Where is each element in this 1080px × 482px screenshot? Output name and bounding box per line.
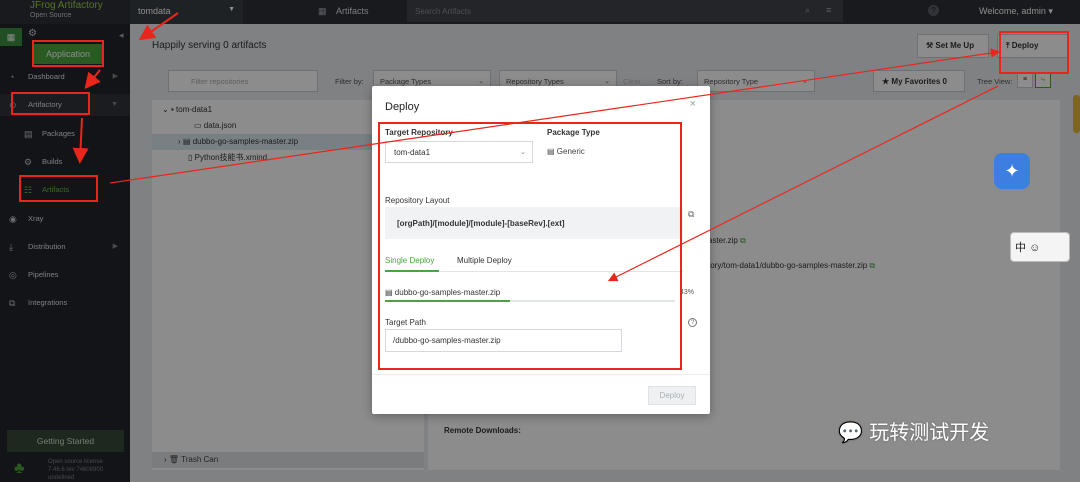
watermark: 💬 玩转测试开发 <box>838 416 989 445</box>
ime-mascot-icon: ☺ <box>1029 242 1041 254</box>
arrow-to-artifacts <box>72 117 89 164</box>
floating-bird-widget-icon[interactable]: ✦ <box>994 153 1030 189</box>
ime-label: 中 <box>1015 242 1026 254</box>
arrow-to-artifactory <box>84 69 101 90</box>
arrow-to-application <box>138 12 179 41</box>
arrow-to-form <box>607 85 999 282</box>
wechat-icon: 💬 <box>838 420 863 444</box>
ime-widget[interactable]: 中 ☺ <box>1010 232 1070 262</box>
annotation-arrows <box>72 12 1001 282</box>
arrow-to-deploy <box>109 48 1001 184</box>
watermark-text: 玩转测试开发 <box>869 420 990 444</box>
